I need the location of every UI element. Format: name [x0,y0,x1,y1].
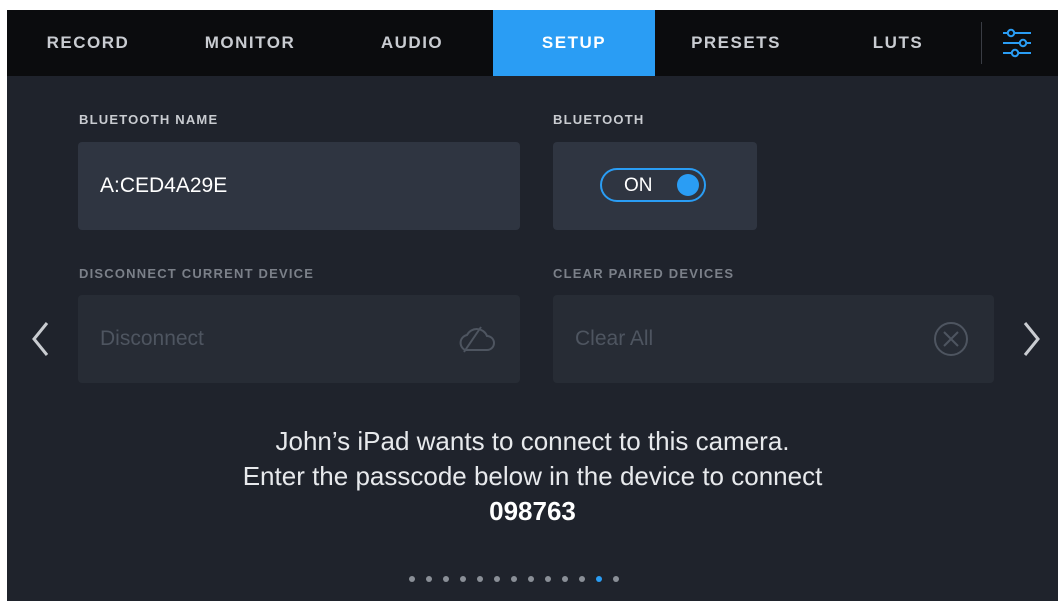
bluetooth-name-value: A:CED4A29E [100,174,228,197]
tab-setup[interactable]: SETUP [493,10,655,76]
cloud-disconnect-icon [459,326,495,353]
tab-divider [981,22,982,64]
page-dot[interactable] [460,576,466,582]
disconnect-label: DISCONNECT CURRENT DEVICE [79,266,315,281]
page-dot[interactable] [511,576,517,582]
sliders-icon [1003,28,1031,58]
page-dot[interactable] [596,576,602,582]
toggle-state-label: ON [624,175,653,196]
tab-luts[interactable]: LUTS [817,10,979,76]
page-dot[interactable] [562,576,568,582]
disconnect-button-label: Disconnect [100,327,204,350]
pairing-message-line2: Enter the passcode below in the device t… [242,461,823,491]
page-indicator [409,576,619,584]
clear-all-button-label: Clear All [575,327,654,350]
page-dot[interactable] [443,576,449,582]
passcode: 098763 [489,496,576,526]
bluetooth-label: BLUETOOTH [553,112,645,127]
chevron-right-icon [1023,322,1040,356]
pairing-message-line1: John’s iPad wants to connect to this cam… [275,426,790,456]
top-tab-bar: RECORD MONITOR AUDIO SETUP PRESETS LUTS [7,10,1058,76]
chevron-left-icon [32,322,49,356]
page-dot[interactable] [494,576,500,582]
settings-button[interactable] [997,23,1037,63]
tab-presets[interactable]: PRESETS [655,10,817,76]
circle-x-icon [934,322,968,356]
bluetooth-toggle-panel: ON [553,142,757,230]
pairing-message: John’s iPad wants to connect to this cam… [7,424,1058,529]
page-dot[interactable] [528,576,534,582]
page-dot[interactable] [613,576,619,582]
page-dot[interactable] [579,576,585,582]
next-page-button[interactable] [1019,317,1043,361]
tab-audio[interactable]: AUDIO [331,10,493,76]
clear-all-button[interactable]: Clear All [553,295,994,383]
clear-paired-label: CLEAR PAIRED DEVICES [553,266,735,281]
page-dot[interactable] [477,576,483,582]
page-dot[interactable] [545,576,551,582]
bluetooth-name-field[interactable]: A:CED4A29E [78,142,520,230]
page-dot[interactable] [426,576,432,582]
bluetooth-name-label: BLUETOOTH NAME [79,112,219,127]
tab-monitor[interactable]: MONITOR [169,10,331,76]
toggle-knob [677,174,699,196]
camera-setup-screen: RECORD MONITOR AUDIO SETUP PRESETS LUTS … [0,0,1058,601]
bluetooth-toggle[interactable]: ON [600,168,706,202]
tab-record[interactable]: RECORD [7,10,169,76]
disconnect-button[interactable]: Disconnect [78,295,520,383]
previous-page-button[interactable] [29,317,53,361]
page-dot[interactable] [409,576,415,582]
